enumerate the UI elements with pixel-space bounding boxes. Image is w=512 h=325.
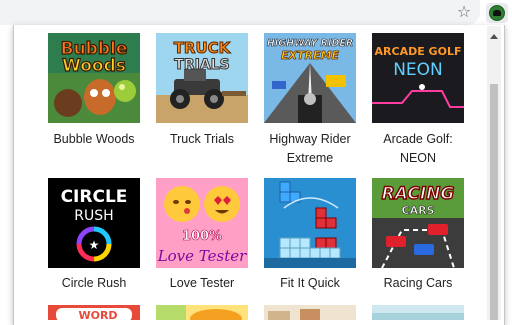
game-thumbnail[interactable]: TRUCK TRIALS (156, 33, 248, 123)
thumb-title-line: NEON (393, 60, 443, 80)
game-title[interactable]: Circle Rush (32, 274, 156, 293)
address-bar[interactable] (0, 0, 480, 25)
game-thumbnail[interactable] (264, 178, 356, 268)
star-outline-icon[interactable]: ☆ (455, 4, 473, 22)
scrollbar-thumb[interactable] (490, 84, 498, 320)
game-title[interactable]: Racing Cars (356, 274, 480, 293)
thumb-title-line: ARCADE GOLF (375, 45, 462, 58)
thumb-title-line: HIGHWAY RIDER (267, 38, 353, 49)
thumb-title-line: 100% (182, 229, 222, 244)
thumb-title-line: Love Tester (157, 247, 247, 265)
game-title-line: NEON (399, 151, 437, 165)
game-title-line: Arcade Golf: (383, 132, 453, 146)
game-title[interactable]: Highway Rider Extreme (248, 130, 372, 168)
thumb-title-line: TRUCK (174, 39, 232, 57)
game-title[interactable]: Fit It Quick (248, 274, 372, 293)
thumb-title-line: TRIALS (174, 57, 229, 73)
game-thumbnail[interactable]: RACING CARS (372, 178, 464, 268)
browser-toolbar: ☆ (0, 0, 512, 25)
thumb-title-line: Woods (62, 56, 126, 76)
thumb-title-line: RUSH (74, 208, 113, 224)
thumb-title-line: WORD (78, 309, 117, 320)
popup-scrollbar[interactable] (487, 26, 501, 320)
thumb-title-line: EXTREME (281, 49, 339, 62)
game-title[interactable]: Truck Trials (140, 130, 264, 149)
svg-text:★: ★ (89, 238, 100, 252)
extension-popup: Bubble Woods Bubble Woods TRUCK TRIALS T… (13, 25, 505, 325)
game-title[interactable]: Bubble Woods (32, 130, 156, 149)
game-thumbnail[interactable]: WORD (48, 305, 140, 320)
extension-button[interactable] (486, 3, 508, 23)
game-thumbnail[interactable]: 100% Love Tester (156, 178, 248, 268)
game-thumbnail[interactable] (156, 305, 248, 320)
thumb-title-line: CARS (402, 204, 435, 217)
game-thumbnail[interactable] (372, 305, 464, 320)
game-thumbnail[interactable] (264, 305, 356, 320)
game-title[interactable]: Love Tester (140, 274, 264, 293)
game-title[interactable]: Arcade Golf: NEON (356, 130, 480, 168)
game-thumbnail[interactable]: Bubble Woods (48, 33, 140, 123)
game-thumbnail[interactable]: HIGHWAY RIDER EXTREME (264, 33, 356, 123)
thumb-title-line: RACING (382, 184, 455, 204)
thumb-title-line: CIRCLE (61, 187, 128, 207)
game-title-line: Highway Rider (269, 132, 351, 146)
game-title-line: Extreme (286, 151, 334, 165)
scroll-up-arrow-icon[interactable] (490, 34, 498, 39)
game-controller-icon (489, 5, 505, 21)
game-thumbnail[interactable]: CIRCLE RUSH ★ (48, 178, 140, 268)
game-thumbnail[interactable]: ARCADE GOLF NEON (372, 33, 464, 123)
